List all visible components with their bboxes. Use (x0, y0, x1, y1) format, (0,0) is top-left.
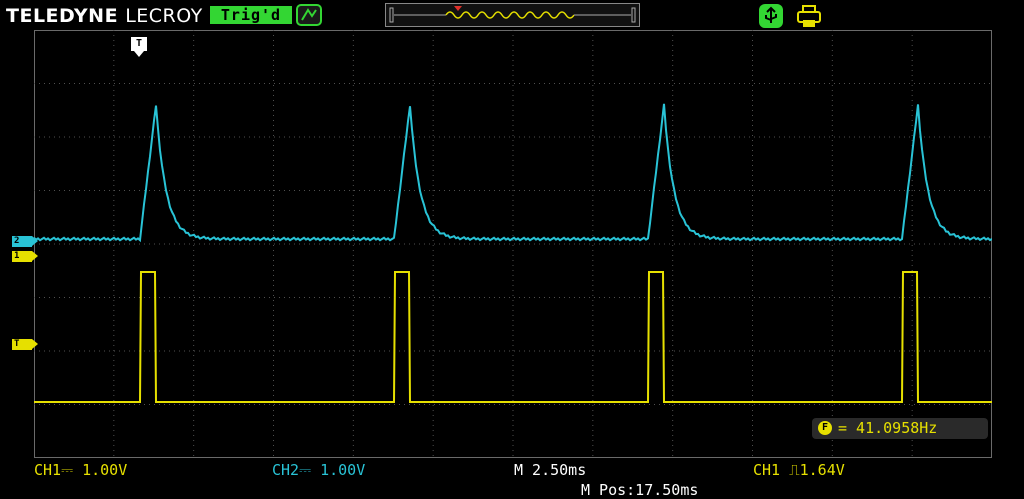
brand-bold: TELEDYNE (6, 5, 119, 27)
frequency-label: F (818, 421, 832, 435)
frequency-value: = 41.0958Hz (838, 419, 938, 437)
waveform-display (34, 30, 992, 458)
trigger-status-badge: Trig'd (210, 6, 292, 24)
usb-icon (759, 4, 783, 28)
timebase-scale[interactable]: M 2.50ms (514, 461, 586, 479)
graticule (34, 30, 992, 458)
frequency-measurement: F = 41.0958Hz (812, 418, 988, 439)
trigger-position-marker[interactable]: T (131, 37, 147, 57)
trigger-type-icon[interactable] (296, 4, 322, 26)
ch2-waveform (34, 103, 992, 243)
trigger-level-marker[interactable]: T (12, 339, 38, 350)
trigger-setting[interactable]: CH1 ⎍1.64V (753, 461, 845, 479)
ch1-ground-marker[interactable]: 1 (12, 251, 38, 262)
printer-icon[interactable] (796, 3, 822, 29)
brand-logo: TELEDYNE LECROY (6, 5, 203, 27)
ch2-ground-marker[interactable]: 2 (12, 236, 38, 247)
waveform-overview-icon[interactable] (385, 3, 640, 27)
brand-light: LECROY (125, 5, 203, 27)
ch2-scale[interactable]: CH2⎓ 1.00V (272, 461, 365, 479)
ch1-scale[interactable]: CH1⎓ 1.00V (34, 461, 127, 479)
horizontal-position[interactable]: M Pos:17.50ms (581, 481, 698, 499)
top-bar: TELEDYNE LECROY Trig'd (0, 0, 1024, 30)
ch1-waveform (34, 271, 992, 403)
